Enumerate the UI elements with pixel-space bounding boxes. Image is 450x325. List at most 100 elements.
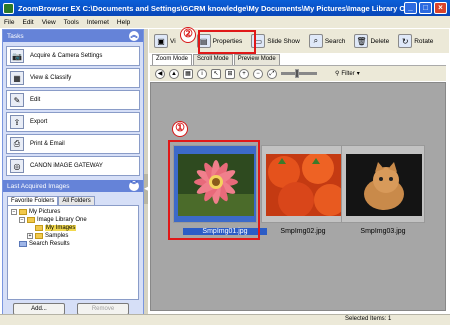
menu-view[interactable]: View <box>42 19 56 26</box>
menu-tools[interactable]: Tools <box>64 19 79 26</box>
menu-help[interactable]: Help <box>117 19 130 26</box>
title-bar: ZoomBrowser EX C:\Documents and Settings… <box>0 0 450 16</box>
folder-icon <box>35 233 43 239</box>
tab-zoom-mode[interactable]: Zoom Mode <box>152 54 193 65</box>
task-gateway-button[interactable]: ◎ CANON iMAGE GATEWAY <box>6 156 140 176</box>
up-icon[interactable]: ▲ <box>169 68 179 79</box>
properties-highlight-box <box>198 30 256 54</box>
rotate-button[interactable]: ↻ Rotate <box>395 32 436 50</box>
back-icon[interactable]: ◀ <box>155 68 165 79</box>
tab-scroll-mode[interactable]: Scroll Mode <box>193 54 233 65</box>
task-view-classify-button[interactable]: ▦ View & Classify <box>6 68 140 88</box>
task-label: Acquire & Camera Settings <box>30 53 103 59</box>
tree-item-image-library-one[interactable]: − Image Library One <box>11 216 135 224</box>
thumbnail-smpimg03[interactable] <box>341 145 425 223</box>
chevron-down-icon: ▾ <box>356 71 360 77</box>
filter-label: Filter <box>341 70 355 77</box>
task-export-button[interactable]: ⇪ Export <box>6 112 140 132</box>
view-mode-icon: ▣ <box>154 34 168 48</box>
menu-file[interactable]: File <box>4 19 14 26</box>
status-text: Selected Items: 1 <box>345 316 392 322</box>
slider-thumb[interactable] <box>295 69 299 78</box>
thumbnail-highlight-box <box>168 140 260 240</box>
select-icon[interactable]: ⊞ <box>225 68 235 79</box>
task-label: View & Classify <box>30 75 72 81</box>
slideshow-button[interactable]: ▭ Slide Show <box>248 32 303 50</box>
task-label: Edit <box>30 97 41 103</box>
thumbnail-smpimg02[interactable] <box>261 145 345 223</box>
tomatoes-image <box>266 154 342 216</box>
expand-icon[interactable]: + <box>27 233 33 239</box>
tree-item-samples[interactable]: + Samples <box>11 232 135 240</box>
menu-internet[interactable]: Internet <box>87 19 109 26</box>
thumbnail-size-slider[interactable] <box>281 69 317 78</box>
callout-1: ① <box>172 121 188 137</box>
toolbar-label: Vi <box>170 37 176 45</box>
rotate-icon: ↻ <box>398 34 413 48</box>
folder-icon <box>19 209 27 215</box>
tasks-header[interactable]: Tasks ︽ <box>3 30 143 42</box>
toolbar-label: Search <box>324 37 346 45</box>
export-icon: ⇪ <box>10 115 24 129</box>
tab-all-folders[interactable]: All Folders <box>58 196 95 205</box>
zoom-in-icon[interactable]: + <box>239 68 249 79</box>
search-folder-icon <box>19 241 27 247</box>
task-label: Print & Email <box>30 141 65 147</box>
tree-label: My Images <box>45 225 77 231</box>
grid-icon[interactable]: ▦ <box>183 68 193 79</box>
filter-icon: ⚲ <box>335 71 340 77</box>
last-acquired-header[interactable]: Last Acquired Images ︾ <box>3 180 143 192</box>
tree-label: My Pictures <box>29 209 61 215</box>
collapse-icon[interactable]: − <box>11 209 17 215</box>
close-button[interactable]: × <box>434 2 447 14</box>
trash-icon: 🗑 <box>354 34 369 48</box>
minimize-button[interactable]: _ <box>404 2 417 14</box>
task-print-email-button[interactable]: ⎙ Print & Email <box>6 134 140 154</box>
task-acquire-button[interactable]: 📷 Acquire & Camera Settings <box>6 46 140 66</box>
printer-icon: ⎙ <box>10 137 24 151</box>
tree-label: Samples <box>45 233 69 239</box>
app-icon <box>3 2 14 14</box>
info-icon[interactable]: i <box>197 68 207 79</box>
tree-item-search-results[interactable]: Search Results <box>11 240 135 248</box>
collapse-icon[interactable]: − <box>19 217 25 223</box>
folder-icon <box>27 217 35 223</box>
task-label: CANON iMAGE GATEWAY <box>30 163 103 169</box>
tab-favorite-folders[interactable]: Favorite Folders <box>7 196 59 205</box>
zoom-out-icon[interactable]: − <box>253 68 263 79</box>
status-bar: Selected Items: 1 <box>0 314 450 325</box>
view-icon: ▦ <box>10 71 24 85</box>
folder-icon <box>35 225 43 231</box>
search-button[interactable]: ⌕ Search <box>306 32 349 50</box>
fullscreen-icon[interactable]: ⤢ <box>267 68 277 79</box>
thumbnail-caption: SmpImg03.jpg <box>360 228 406 235</box>
search-icon: ⌕ <box>308 34 323 48</box>
toolbar-label: Slide Show <box>267 37 300 45</box>
menu-edit[interactable]: Edit <box>22 19 33 26</box>
view-mode-button[interactable]: ▣ Vi <box>151 32 179 50</box>
tab-preview-mode[interactable]: Preview Mode <box>233 54 280 65</box>
thumbnail-caption: SmpImg02.jpg <box>280 228 326 235</box>
task-edit-button[interactable]: ✎ Edit <box>6 90 140 110</box>
folder-tree: − My Pictures − Image Library One My Ima… <box>7 205 139 300</box>
filter-dropdown[interactable]: ⚲ Filter ▾ <box>335 70 360 78</box>
tree-item-my-pictures[interactable]: − My Pictures <box>11 208 135 216</box>
pane-splitter[interactable]: ◀ <box>144 29 148 315</box>
menu-bar: File Edit View Tools Internet Help <box>0 16 450 28</box>
mode-tabs: Zoom Mode Scroll Mode Preview Mode <box>152 54 281 65</box>
tree-item-my-images[interactable]: My Images <box>11 224 135 232</box>
tasks-panel: 📷 Acquire & Camera Settings ▦ View & Cla… <box>3 42 143 180</box>
gateway-icon: ◎ <box>10 159 24 173</box>
collapse-arrow-icon[interactable]: ◀ <box>144 174 148 204</box>
maximize-button[interactable]: □ <box>419 2 432 14</box>
tree-label: Search Results <box>29 241 70 247</box>
toolbar-label: Rotate <box>414 37 434 45</box>
tasks-title: Tasks <box>7 32 24 40</box>
camera-icon: 📷 <box>10 49 24 63</box>
last-acquired-title: Last Acquired Images <box>7 182 70 190</box>
delete-button[interactable]: 🗑 Delete <box>351 32 392 50</box>
collapse-chevron-icon[interactable]: ︽ <box>129 31 139 41</box>
view-toolbar: ◀ ▲ ▦ i ↖ ⊞ + − ⤢ ⚲ Filter ▾ <box>150 65 446 81</box>
pointer-icon[interactable]: ↖ <box>211 68 221 79</box>
expand-chevron-icon[interactable]: ︾ <box>129 181 139 191</box>
